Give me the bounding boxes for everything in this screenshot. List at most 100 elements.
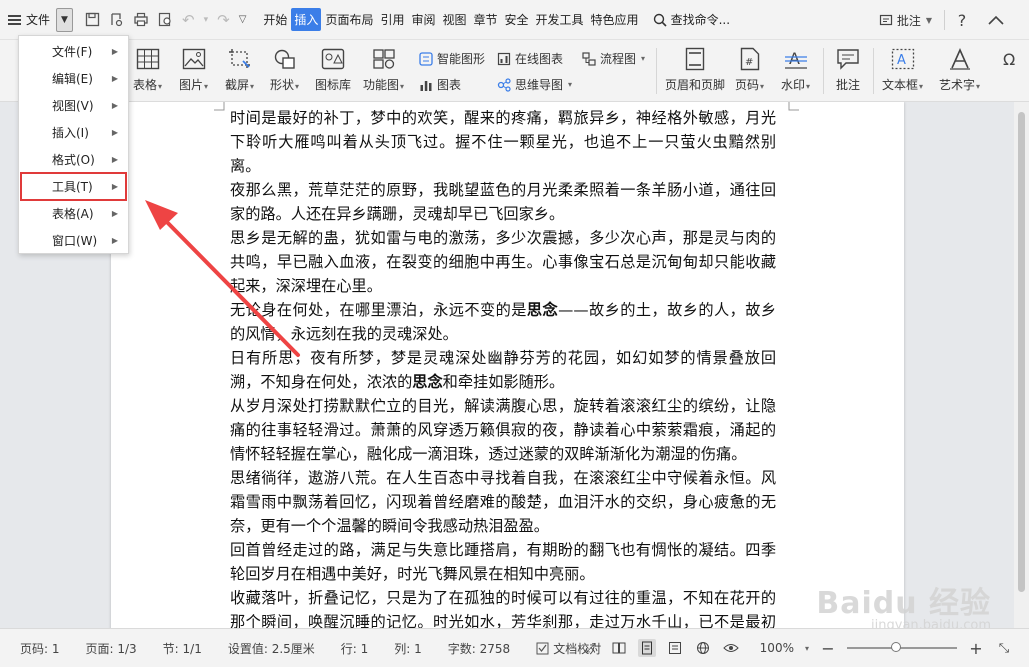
text-box-button[interactable]: A 文本框▾ [882, 46, 923, 93]
status-row[interactable]: 行: 1 [321, 640, 375, 657]
file-dropdown-toggle[interactable]: ▼ [56, 7, 74, 32]
chevron-right-icon: ▶ [111, 209, 118, 218]
command-search[interactable]: 查找命令... [653, 11, 730, 28]
page-view-icon[interactable] [637, 639, 656, 657]
page-number-button[interactable]: # 页码▾ [735, 46, 764, 93]
file-menu-button[interactable]: 文件 [0, 6, 54, 34]
output-pdf-icon[interactable] [109, 12, 124, 27]
tab-review[interactable]: 审阅 [408, 8, 438, 31]
comment-menu-button[interactable]: 批注 ▼ [867, 0, 944, 40]
tab-sections[interactable]: 章节 [471, 8, 501, 31]
online-chart-button[interactable]: 在线图表 [497, 50, 563, 67]
outline-view-icon[interactable] [666, 639, 684, 657]
menu-item-insert[interactable]: 插入(I) ▶ [19, 119, 128, 146]
menu-item-view[interactable]: 视图(V) ▶ [19, 92, 128, 119]
menu-item-window[interactable]: 窗口(W) ▶ [19, 227, 128, 254]
icon-library-label: 图标库 [315, 78, 352, 92]
comment-button[interactable]: 批注 [834, 46, 862, 93]
collapse-ribbon-button[interactable] [979, 0, 1013, 40]
table-label: 表格 [133, 78, 158, 92]
menu-item-label: 格式(O) [52, 153, 95, 167]
help-button[interactable]: ? [945, 0, 979, 40]
web-view-icon[interactable] [694, 639, 712, 657]
zoom-slider[interactable] [847, 642, 957, 652]
flowchart-icon [582, 51, 596, 66]
status-column[interactable]: 列: 1 [374, 640, 428, 657]
menu-item-edit[interactable]: 编辑(E) ▶ [19, 65, 128, 92]
mind-map-button[interactable]: 思维导图 ▾ [497, 76, 572, 93]
tab-home[interactable]: 开始 [260, 8, 290, 31]
watermark-button[interactable]: A 水印▾ [781, 46, 810, 93]
function-chart-button[interactable]: 功能图▾ [363, 46, 404, 93]
more-ribbon-button[interactable]: Ω [994, 46, 1029, 76]
undo-icon[interactable]: ↶ [182, 11, 195, 29]
header-footer-icon [685, 47, 705, 71]
eye-protection-icon[interactable] [722, 639, 740, 657]
page-number-label: 页码 [735, 78, 760, 92]
zoom-out-icon[interactable]: − [819, 639, 837, 658]
shape-button[interactable]: 形状▾ [270, 46, 299, 93]
icon-library-button[interactable]: 图标库 [315, 46, 351, 93]
shape-label: 形状 [270, 78, 295, 92]
document-page[interactable]: 时间是最好的补丁，梦中的欢笑，醒来的疼痛，羁旅异乡，神经格外敏感，月光下聆听大雁… [111, 102, 904, 628]
undo-dropdown-icon[interactable]: ▾ [204, 15, 209, 25]
zoom-level[interactable]: 100% [760, 641, 794, 655]
print-icon[interactable] [133, 12, 149, 27]
paragraph: 夜那么黑，荒草茫茫的原野，我眺望蓝色的月光柔柔照着一条羊肠小道，通往回家的路。人… [230, 181, 776, 223]
menu-item-label: 表格(A) [52, 207, 94, 221]
tab-view[interactable]: 视图 [439, 8, 469, 31]
fullscreen-icon[interactable]: ⤢ [582, 639, 600, 657]
divider [656, 48, 657, 94]
menu-item-format[interactable]: 格式(O) ▶ [19, 146, 128, 173]
picture-button[interactable]: 图片▾ [179, 46, 208, 93]
paragraph: 时间是最好的补丁，梦中的欢笑，醒来的疼痛，羁旅异乡，神经格外敏感，月光下聆听大雁… [230, 109, 776, 175]
scrollbar-thumb[interactable] [1018, 112, 1025, 592]
status-pages[interactable]: 页面: 1/3 [66, 640, 143, 657]
chart-button[interactable]: 图表 [419, 76, 461, 93]
flowchart-button[interactable]: 流程图 ▾ [582, 50, 645, 67]
chevron-down-icon: ▼ [61, 14, 68, 25]
smart-shape-button[interactable]: 智能图形 [419, 50, 485, 67]
help-icon: ? [957, 10, 967, 30]
redo-icon[interactable]: ↷ [217, 11, 230, 29]
zoom-slider-knob[interactable] [891, 642, 901, 652]
header-footer-button[interactable]: 页眉和页脚 [665, 46, 725, 93]
status-page-number[interactable]: 页码: 1 [0, 640, 66, 657]
save-icon[interactable] [85, 12, 100, 27]
tab-special-features[interactable]: 特色应用 [588, 8, 642, 31]
table-icon [136, 48, 159, 70]
page-number-icon: # [740, 47, 759, 71]
chevron-right-icon: ▶ [111, 74, 118, 83]
screenshot-button[interactable]: 截屏▾ [225, 46, 254, 93]
customize-toolbar-icon[interactable]: ▽ [239, 14, 247, 25]
table-button[interactable]: 表格▾ [133, 46, 162, 93]
document-body[interactable]: 时间是最好的补丁，梦中的欢笑，醒来的疼痛，羁旅异乡，神经格外敏感，月光下聆听大雁… [230, 106, 776, 628]
status-section[interactable]: 节: 1/1 [143, 640, 208, 657]
chevron-down-icon[interactable]: ▾ [805, 644, 809, 653]
paragraph-text: 和牵挂如影随形。 [442, 373, 565, 391]
menu-item-tools[interactable]: 工具(T) ▶ [20, 172, 127, 201]
proofread-icon [536, 642, 549, 654]
paragraph: 日有所思，夜有所梦，梦是灵魂深处幽静芬芳的花园，如幻如梦的情景叠放回溯，不知身在… [230, 346, 776, 394]
tab-page-layout[interactable]: 页面布局 [322, 8, 376, 31]
art-text-button[interactable]: 艺术字▾ [939, 46, 980, 93]
menu-item-file[interactable]: 文件(F) ▶ [19, 38, 128, 65]
bold-keyword: 思念 [526, 301, 559, 319]
tab-security[interactable]: 安全 [502, 8, 532, 31]
divider [823, 48, 824, 94]
paragraph: 思乡是无解的蛊，犹如雷与电的激荡，多少次震撼，多少次心声，那是灵与肉的共鸣，早已… [230, 229, 776, 295]
tab-references[interactable]: 引用 [377, 8, 407, 31]
menu-item-label: 窗口(W) [52, 234, 98, 248]
zoom-in-icon[interactable]: + [967, 639, 985, 658]
status-word-count[interactable]: 字数: 2758 [428, 640, 516, 657]
fit-window-icon[interactable]: ⤡ [995, 639, 1013, 657]
reading-mode-icon[interactable] [610, 639, 628, 657]
view-controls: ⤢ 100% ▾ − + ⤡ [582, 629, 1029, 667]
tab-insert[interactable]: 插入 [291, 8, 322, 31]
print-preview-icon[interactable] [158, 12, 173, 27]
tab-developer[interactable]: 开发工具 [533, 8, 587, 31]
menu-item-table[interactable]: 表格(A) ▶ [19, 200, 128, 227]
status-setting[interactable]: 设置值: 2.5厘米 [208, 640, 321, 657]
vertical-scrollbar[interactable] [1014, 102, 1029, 628]
chevron-down-icon: ▾ [568, 80, 573, 89]
